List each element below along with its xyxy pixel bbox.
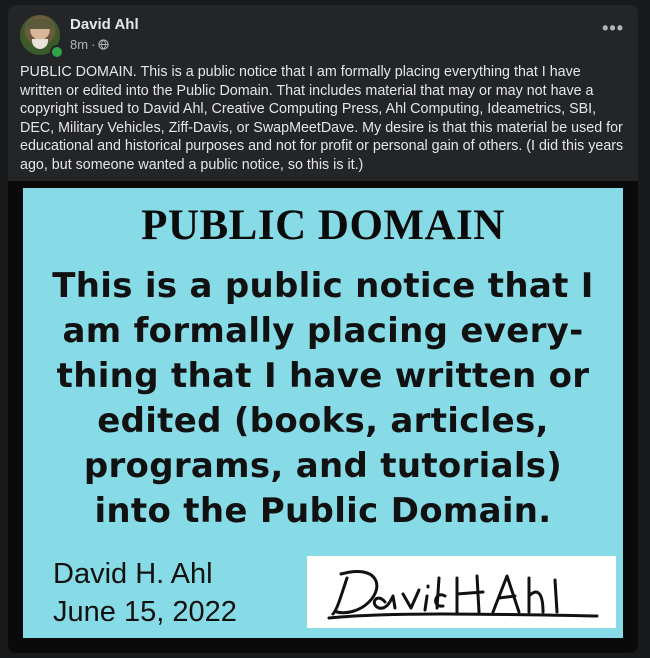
notice-line: into the Public Domain. bbox=[94, 491, 552, 531]
globe-icon[interactable] bbox=[98, 39, 110, 50]
notice-line: This is a public notice that I bbox=[52, 266, 594, 306]
author-name[interactable]: David Ahl bbox=[70, 16, 139, 33]
signer-name: David H. Ahl bbox=[53, 558, 213, 590]
online-status-dot bbox=[50, 45, 64, 59]
avatar-hat bbox=[26, 19, 54, 29]
post-caption: PUBLIC DOMAIN. This is a public notice t… bbox=[20, 64, 624, 173]
notice-line: programs, and tutorials) bbox=[83, 446, 563, 486]
notice-line: thing that I have written or bbox=[56, 356, 590, 396]
more-options-icon[interactable]: ••• bbox=[602, 19, 624, 37]
notice-line: am formally placing every- bbox=[62, 311, 584, 351]
post-header: David Ahl 8m · ••• bbox=[20, 15, 626, 59]
post-timestamp[interactable]: 8m bbox=[70, 37, 88, 52]
notice-card: PUBLIC DOMAIN This is a public notice th… bbox=[23, 188, 623, 638]
notice-title: PUBLIC DOMAIN bbox=[141, 202, 505, 249]
notice-line: edited (books, articles, bbox=[97, 401, 549, 441]
avatar-beard bbox=[32, 39, 48, 49]
signature-box bbox=[307, 556, 616, 628]
meta-separator: · bbox=[91, 37, 96, 52]
signature-date: June 15, 2022 bbox=[53, 596, 237, 628]
post-image[interactable]: PUBLIC DOMAIN This is a public notice th… bbox=[8, 181, 638, 653]
post-meta: 8m · bbox=[70, 37, 110, 52]
handwritten-signature bbox=[327, 570, 599, 620]
post-card: David Ahl 8m · ••• PUBLIC DOMAIN. This i… bbox=[8, 5, 638, 653]
